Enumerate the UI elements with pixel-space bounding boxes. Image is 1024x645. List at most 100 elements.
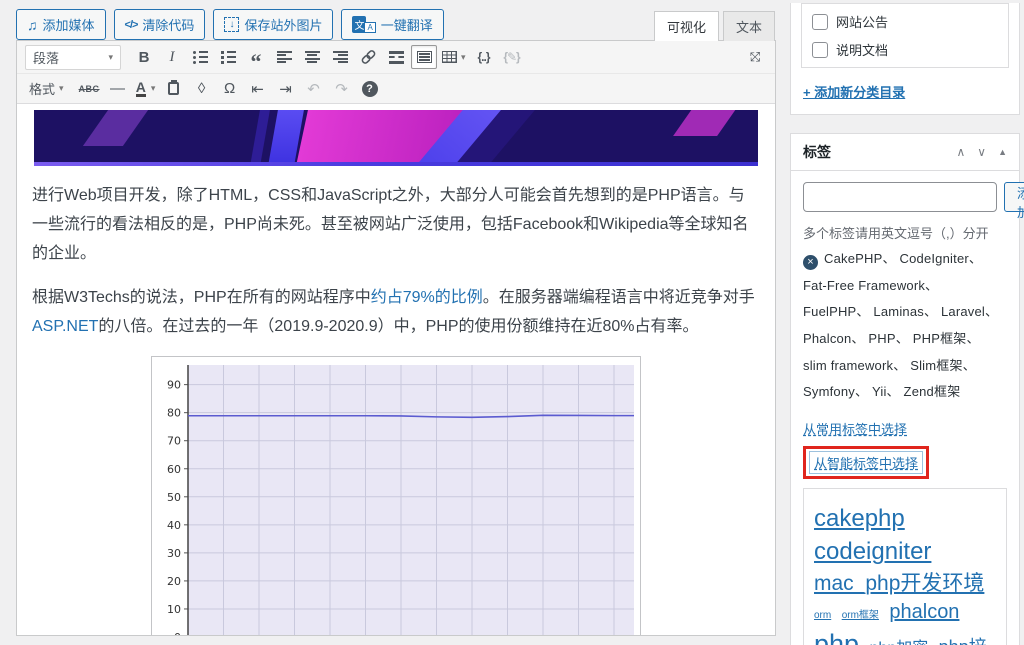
editor-content[interactable]: 进行Web项目开发，除了HTML，CSS和JavaScript之外，大部分人可能… (17, 104, 775, 636)
banner-shape (83, 110, 155, 146)
add-media-button[interactable]: ♫ 添加媒体 (16, 9, 106, 40)
svg-text:0: 0 (174, 631, 181, 636)
one-click-translate-button[interactable]: 文A 一键翻译 (341, 9, 443, 40)
category-checkbox-row[interactable]: 网站公告 (812, 12, 998, 31)
red-annotation-box: 从智能标签中选择 (803, 446, 929, 479)
bullet-list-button[interactable] (187, 45, 213, 69)
indent-button[interactable]: ⇥ (273, 77, 299, 101)
editor-mode-tabs: 可视化 文本 (654, 11, 775, 41)
toolbar-toggle-button[interactable] (411, 45, 437, 69)
tab-visual[interactable]: 可视化 (654, 11, 719, 41)
shortcode-button[interactable]: {✎} (499, 45, 525, 69)
save-external-images-button[interactable]: ↓ 保存站外图片 (213, 9, 333, 40)
remove-tag-icon[interactable]: × (803, 255, 818, 270)
align-center-button[interactable] (299, 45, 325, 69)
read-more-button[interactable] (383, 45, 409, 69)
tag-cloud-link[interactable]: orm框架 (842, 610, 879, 621)
paste-icon (168, 82, 179, 95)
svg-text:20: 20 (167, 575, 181, 588)
clear-code-button[interactable]: </> 清除代码 (114, 9, 206, 40)
align-left-button[interactable] (271, 45, 297, 69)
tag-cloud-link[interactable]: cakephp (814, 505, 905, 532)
choose-from-smart-tags-link[interactable]: 从智能标签中选择 (809, 451, 923, 474)
paragraph-2-text: 。在服务器端编程语言中将近竞争对手 (483, 289, 755, 306)
horizontal-rule-button[interactable]: — (105, 77, 131, 101)
tag-cloud: cakephp codeigniter mac_php开发环境 orm orm框… (803, 488, 1007, 645)
paragraph-2-text: 根据W3Techs的说法，PHP在所有的网站程序中 (32, 289, 371, 306)
editor: 段落 ▾ B I “ ▾ {..} {✎} ⤡⤢ (16, 40, 776, 636)
insert-link-button[interactable] (355, 45, 381, 69)
tag-cloud-link[interactable]: codeigniter (814, 538, 931, 565)
align-right-button[interactable] (327, 45, 353, 69)
tags-panel-title: 标签 (803, 142, 831, 162)
tag-add-row: 添加 (803, 182, 1007, 212)
paste-as-text-button[interactable] (161, 77, 187, 101)
translate-en-glyph: A (364, 22, 375, 33)
svg-text:50: 50 (167, 491, 181, 504)
tag-cloud-link[interactable]: php (814, 629, 859, 645)
move-down-icon[interactable]: ∨ (977, 145, 986, 159)
category-checkbox-row[interactable]: 说明文档 (812, 40, 998, 59)
chevron-down-icon: ▾ (108, 52, 113, 63)
tags-panel-header[interactable]: 标签 ∧ ∨ ▲ (791, 134, 1019, 171)
outdent-button[interactable]: ⇤ (245, 77, 271, 101)
numbered-list-button[interactable] (215, 45, 241, 69)
bold-button[interactable]: B (131, 45, 157, 69)
undo-button[interactable]: ↶ (301, 77, 327, 101)
table-button[interactable]: ▾ (439, 45, 469, 69)
applied-tags-list: ×CakePHP、 CodeIgniter、 Fat-Free Framewor… (803, 246, 1007, 406)
clear-formatting-button[interactable]: ◊ (189, 77, 215, 101)
help-button[interactable]: ? (357, 77, 383, 101)
translate-icon: 文A (352, 16, 375, 33)
redo-button[interactable]: ↷ (329, 77, 355, 101)
special-character-button[interactable]: Ω (217, 77, 243, 101)
banner-shape (673, 110, 741, 136)
add-tag-button[interactable]: 添加 (1004, 182, 1024, 212)
italic-button[interactable]: I (159, 45, 185, 69)
checkbox-icon[interactable] (812, 42, 828, 58)
sidebar: 网站公告 说明文档 + 添加新分类目录 标签 ∧ ∨ ▲ (790, 0, 1020, 645)
blockquote-button[interactable]: “ (243, 45, 269, 69)
category-label: 说明文档 (836, 40, 888, 59)
add-media-label: 添加媒体 (43, 15, 95, 34)
align-right-icon (333, 51, 348, 64)
move-up-icon[interactable]: ∧ (956, 145, 965, 159)
code-block-button[interactable]: {..} (471, 45, 497, 69)
tab-text[interactable]: 文本 (723, 11, 775, 41)
banner-shape (34, 162, 758, 166)
paragraph-style-dropdown[interactable]: 段落 ▾ (25, 45, 121, 70)
link-aspnet[interactable]: ASP.NET (32, 318, 98, 335)
choose-from-common-tags-link[interactable]: 从常用标签中选择 (803, 419, 907, 438)
link-php-share[interactable]: 约占79%的比例 (371, 289, 483, 306)
editor-toolbar-row1: 段落 ▾ B I “ ▾ {..} {✎} ⤡⤢ (17, 41, 775, 74)
category-list: 网站公告 说明文档 (801, 3, 1009, 68)
tag-cloud-link[interactable]: mac_php开发环境 (814, 572, 984, 595)
new-tag-input[interactable] (803, 182, 997, 212)
svg-text:10: 10 (167, 603, 181, 616)
fullscreen-button[interactable]: ⤡⤢ (747, 49, 763, 65)
fullscreen-icon: ⤢ (747, 49, 763, 65)
save-image-icon: ↓ (224, 17, 239, 32)
bullet-list-icon (193, 51, 208, 64)
panel-header-icons: ∧ ∨ ▲ (956, 145, 1007, 159)
numbered-list-icon (221, 51, 236, 64)
strikethrough-button[interactable]: ABC (76, 77, 103, 101)
save-external-images-label: 保存站外图片 (244, 15, 322, 34)
svg-text:40: 40 (167, 519, 181, 532)
text-color-button[interactable]: A▾ (133, 77, 159, 101)
clear-code-label: 清除代码 (142, 15, 194, 34)
add-media-icon: ♫ (27, 17, 38, 33)
table-icon (442, 51, 457, 63)
svg-text:30: 30 (167, 547, 181, 560)
chevron-down-icon: ▾ (151, 83, 156, 94)
collapse-toggle-icon[interactable]: ▲ (998, 147, 1007, 157)
banner-shape (250, 110, 270, 166)
tag-cloud-link[interactable]: orm (814, 610, 831, 621)
tag-cloud-link[interactable]: php加密 (870, 640, 929, 645)
tag-cloud-link[interactable]: phalcon (889, 601, 959, 623)
checkbox-icon[interactable] (812, 14, 828, 30)
add-new-category-link[interactable]: + 添加新分类目录 (803, 82, 905, 101)
format-dropdown[interactable]: 格式▾ (25, 79, 68, 98)
paragraph-1: 进行Web项目开发，除了HTML，CSS和JavaScript之外，大部分人可能… (32, 182, 760, 268)
toolbar-toggle-icon (417, 51, 432, 63)
